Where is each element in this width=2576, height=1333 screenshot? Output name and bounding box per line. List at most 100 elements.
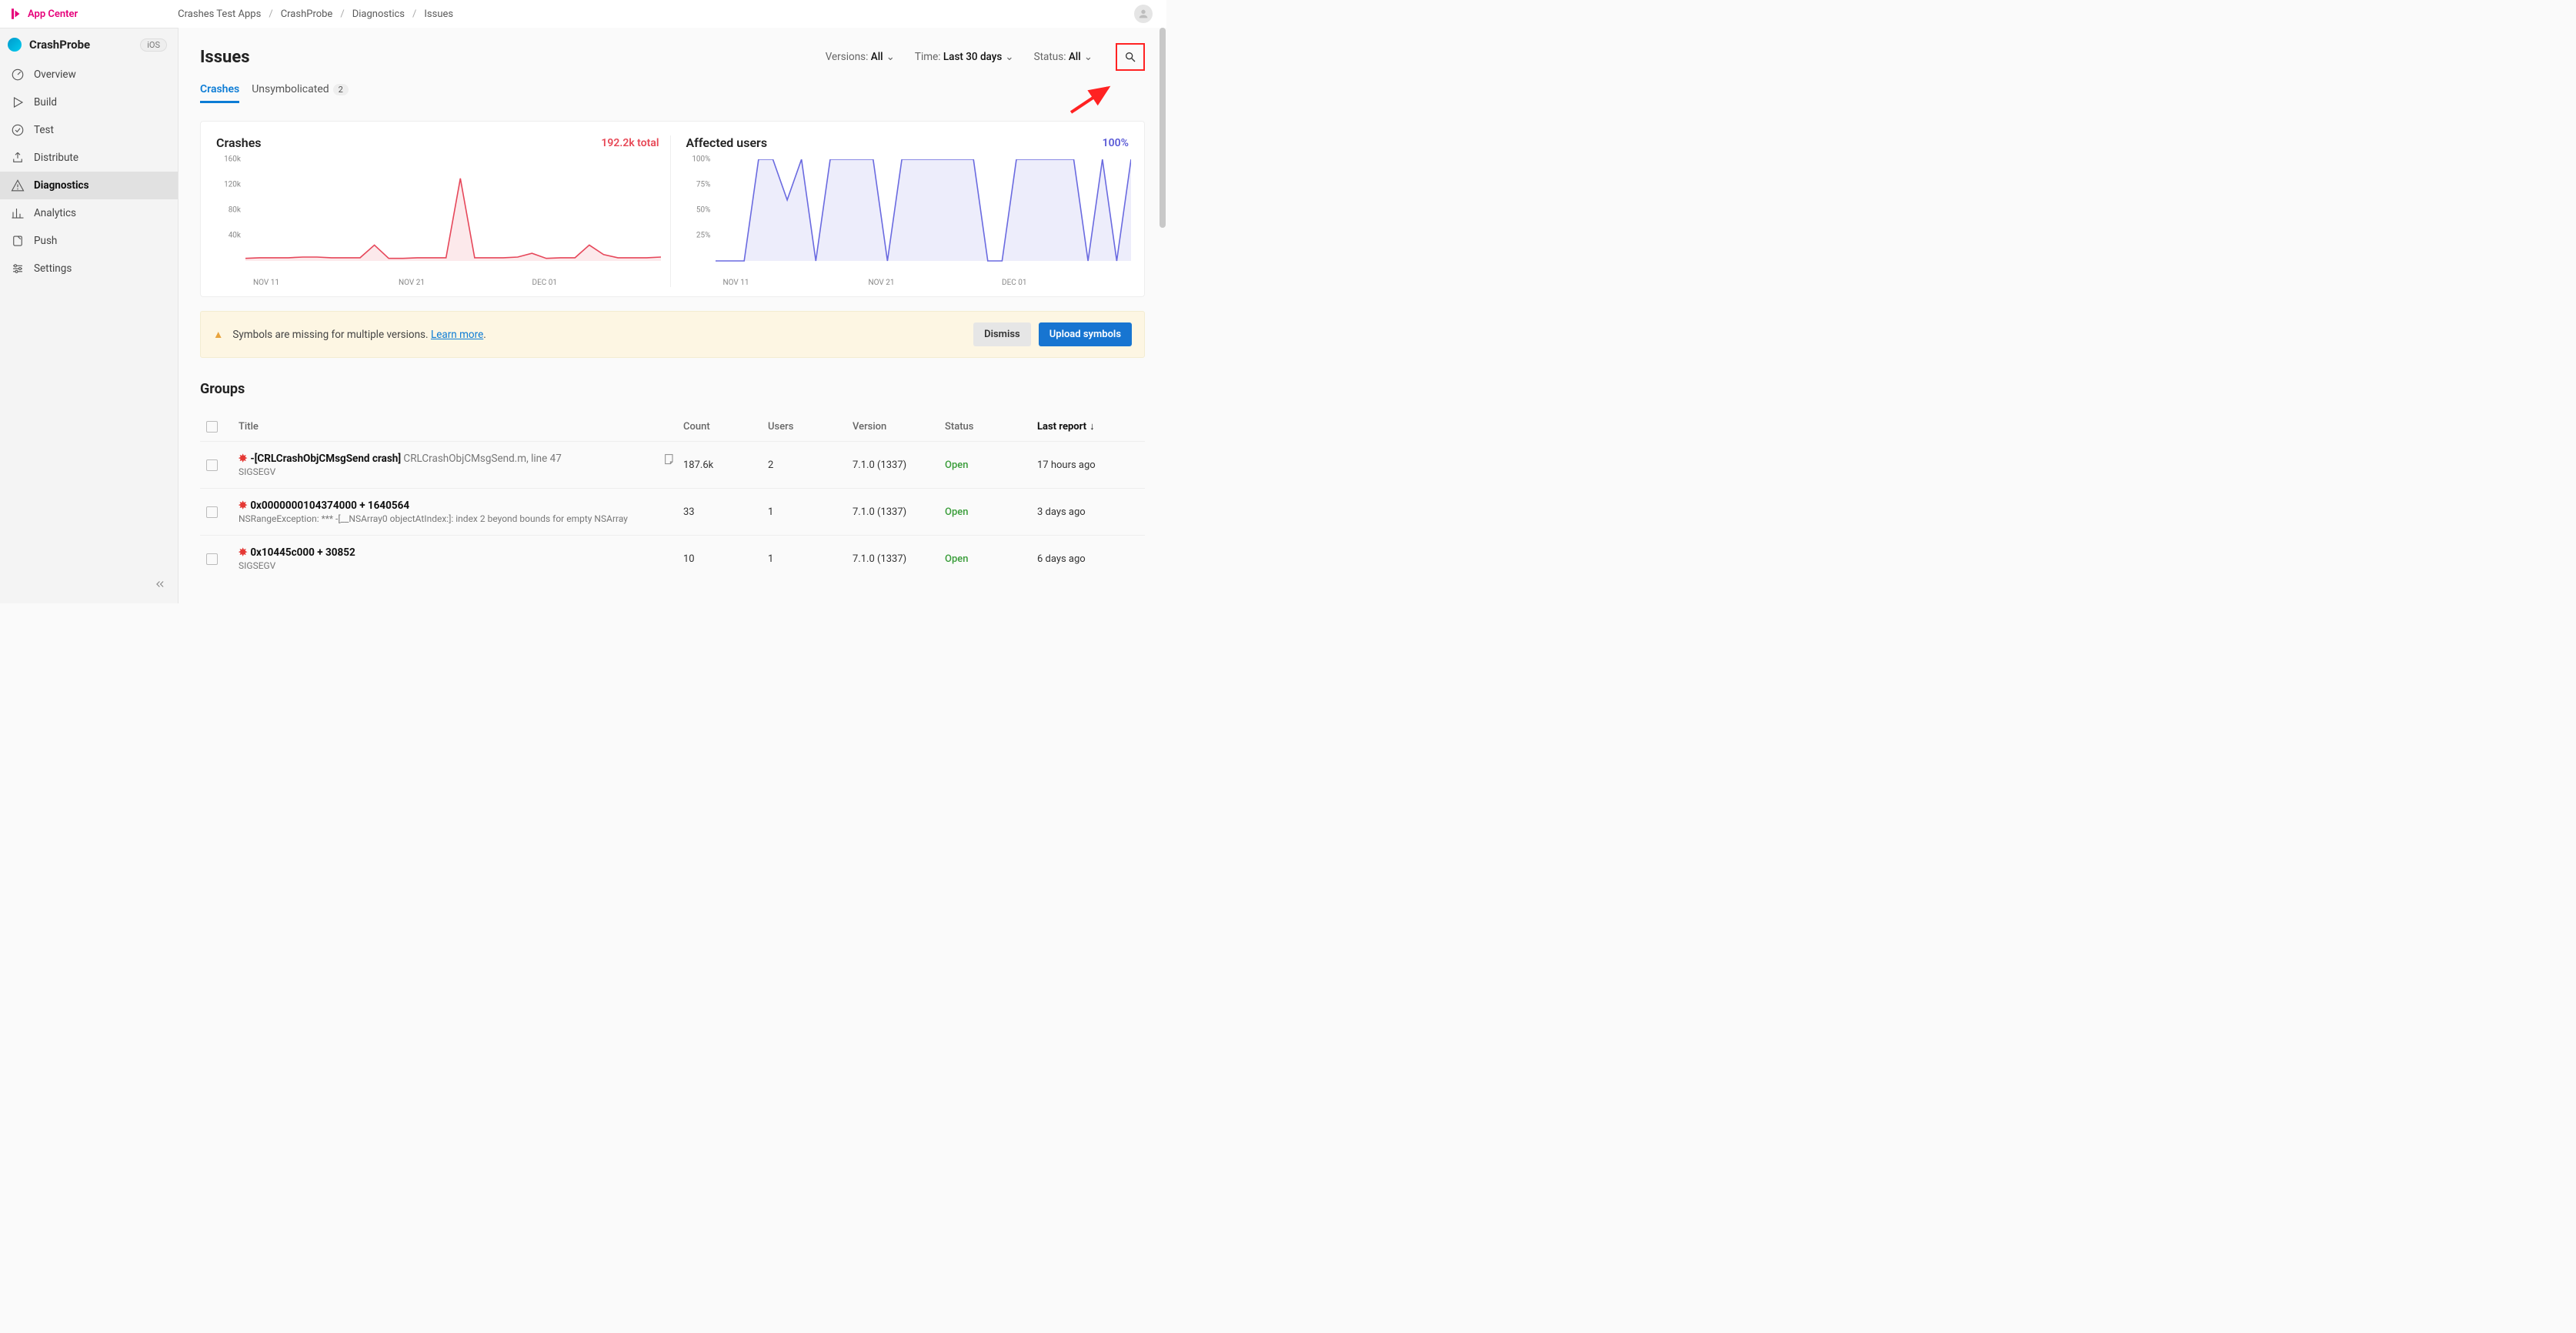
row-last-report: 17 hours ago	[1037, 459, 1145, 471]
brand[interactable]: App Center	[9, 7, 78, 21]
col-status[interactable]: Status	[945, 421, 1029, 433]
table-row[interactable]: ✸0x10445c000 + 30852 SIGSEGV 10 1 7.1.0 …	[200, 535, 1145, 582]
chart-plot	[716, 159, 1131, 275]
row-count: 187.6k	[683, 459, 760, 471]
col-label: Last report	[1037, 421, 1086, 433]
row-checkbox[interactable]	[206, 553, 218, 565]
check-circle-icon	[11, 123, 25, 137]
breadcrumb-item[interactable]: CrashProbe	[281, 8, 333, 20]
row-status: Open	[945, 553, 1029, 565]
gauge-icon	[11, 68, 25, 82]
filter-label: Time:	[915, 51, 941, 63]
filter-bar: Versions: All ⌄ Time: Last 30 days ⌄ Sta…	[826, 43, 1145, 71]
y-tick: 40k	[216, 232, 241, 240]
scrollbar-thumb[interactable]	[1160, 28, 1166, 228]
row-detail: NSRangeException: *** -[__NSArray0 objec…	[239, 513, 676, 524]
nav-label: Distribute	[34, 152, 78, 164]
note-icon[interactable]	[663, 453, 676, 468]
nav-label: Build	[34, 96, 57, 109]
filter-label: Versions:	[826, 51, 869, 63]
sliders-icon	[11, 262, 25, 276]
filter-value: Last 30 days	[943, 51, 1002, 63]
app-icon	[8, 38, 22, 52]
banner-learn-more-link[interactable]: Learn more	[431, 329, 483, 341]
user-avatar[interactable]	[1134, 5, 1153, 23]
y-tick: 100%	[686, 155, 711, 164]
sidebar-item-push[interactable]: Push	[0, 227, 178, 255]
warning-triangle-icon	[11, 179, 25, 192]
row-checkbox[interactable]	[206, 506, 218, 518]
select-all-checkbox[interactable]	[206, 421, 218, 433]
table-row[interactable]: ✸0x0000000104374000 + 1640564 NSRangeExc…	[200, 488, 1145, 535]
y-tick: 80k	[216, 206, 241, 215]
main-content: Issues Versions: All ⌄ Time: Last 30 day…	[179, 28, 1166, 603]
y-tick: 50%	[686, 206, 711, 215]
col-users[interactable]: Users	[768, 421, 845, 433]
page-title: Issues	[200, 48, 250, 67]
charts-card: Crashes 192.2k total 40k80k120k160kNOV 1…	[200, 121, 1145, 297]
dismiss-button[interactable]: Dismiss	[973, 322, 1031, 346]
filter-value: All	[1069, 51, 1081, 63]
col-title[interactable]: Title	[239, 421, 676, 433]
row-title-cell: ✸0x10445c000 + 30852 SIGSEGV	[239, 546, 676, 571]
chevron-double-left-icon	[153, 579, 167, 590]
row-title: ✸0x10445c000 + 30852	[239, 546, 676, 559]
filter-status[interactable]: Status: All ⌄	[1034, 51, 1093, 63]
chart-total: 100%	[1103, 137, 1129, 149]
symbols-missing-banner: ▲ Symbols are missing for multiple versi…	[200, 311, 1145, 358]
breadcrumb-item[interactable]: Crashes Test Apps	[178, 8, 261, 20]
x-tick: NOV 11	[253, 279, 279, 287]
app-name: CrashProbe	[29, 38, 90, 52]
nav-label: Overview	[34, 68, 76, 81]
breadcrumb-item[interactable]: Issues	[424, 8, 453, 20]
breadcrumb-item[interactable]: Diagnostics	[352, 8, 405, 20]
chart-plot	[245, 159, 661, 275]
filter-time[interactable]: Time: Last 30 days ⌄	[915, 51, 1014, 63]
col-last-report[interactable]: Last report↓	[1037, 420, 1145, 433]
sidebar: CrashProbe iOS Overview Build Test Distribu…	[0, 28, 179, 603]
filter-versions[interactable]: Versions: All ⌄	[826, 51, 895, 63]
topbar: App Center Crashes Test Apps/ CrashProbe…	[0, 0, 1166, 28]
col-count[interactable]: Count	[683, 421, 760, 433]
col-version[interactable]: Version	[853, 421, 937, 433]
x-tick: DEC 01	[1002, 279, 1026, 287]
platform-badge: iOS	[140, 38, 167, 52]
page-header: Issues Versions: All ⌄ Time: Last 30 day…	[200, 43, 1145, 71]
nav-label: Push	[34, 235, 57, 247]
distribute-icon	[11, 151, 25, 165]
filter-value: All	[871, 51, 883, 63]
sidebar-item-settings[interactable]: Settings	[0, 255, 178, 282]
tab-label: Crashes	[200, 83, 239, 95]
sidebar-item-distribute[interactable]: Distribute	[0, 144, 178, 172]
x-tick: NOV 21	[399, 279, 425, 287]
tab-unsymbolicated[interactable]: Unsymbolicated2	[252, 83, 349, 103]
x-tick: NOV 11	[723, 279, 749, 287]
row-users: 1	[768, 553, 845, 565]
tab-crashes[interactable]: Crashes	[200, 83, 239, 103]
row-title-cell: ✸0x0000000104374000 + 1640564 NSRangeExc…	[239, 499, 676, 524]
row-checkbox[interactable]	[206, 459, 218, 471]
scrollbar[interactable]	[1159, 28, 1166, 603]
chevron-down-icon: ⌄	[1084, 51, 1093, 63]
collapse-sidebar-button[interactable]	[153, 578, 167, 593]
crashes-chart: Crashes 192.2k total 40k80k120k160kNOV 1…	[216, 135, 659, 287]
sidebar-item-analytics[interactable]: Analytics	[0, 199, 178, 227]
groups-table: Title Count Users Version Status Last re…	[200, 413, 1145, 582]
row-detail: SIGSEGV	[239, 560, 676, 571]
tab-badge: 2	[333, 84, 349, 95]
y-tick: 120k	[216, 181, 241, 189]
table-row[interactable]: ✸-[CRLCrashObjCMsgSend crash] CRLCrashOb…	[200, 441, 1145, 488]
x-tick: NOV 21	[869, 279, 895, 287]
sidebar-item-overview[interactable]: Overview	[0, 61, 178, 89]
row-count: 33	[683, 506, 760, 518]
upload-symbols-button[interactable]: Upload symbols	[1039, 322, 1132, 346]
sidebar-item-diagnostics[interactable]: Diagnostics	[0, 172, 178, 199]
chart-title: Crashes	[216, 135, 262, 150]
table-header: Title Count Users Version Status Last re…	[200, 413, 1145, 441]
groups-heading: Groups	[200, 381, 1145, 397]
sidebar-item-test[interactable]: Test	[0, 116, 178, 144]
sidebar-item-build[interactable]: Build	[0, 89, 178, 116]
row-title: ✸-[CRLCrashObjCMsgSend crash] CRLCrashOb…	[239, 453, 676, 465]
search-button[interactable]	[1116, 43, 1145, 71]
sidebar-app-header[interactable]: CrashProbe iOS	[0, 28, 178, 61]
